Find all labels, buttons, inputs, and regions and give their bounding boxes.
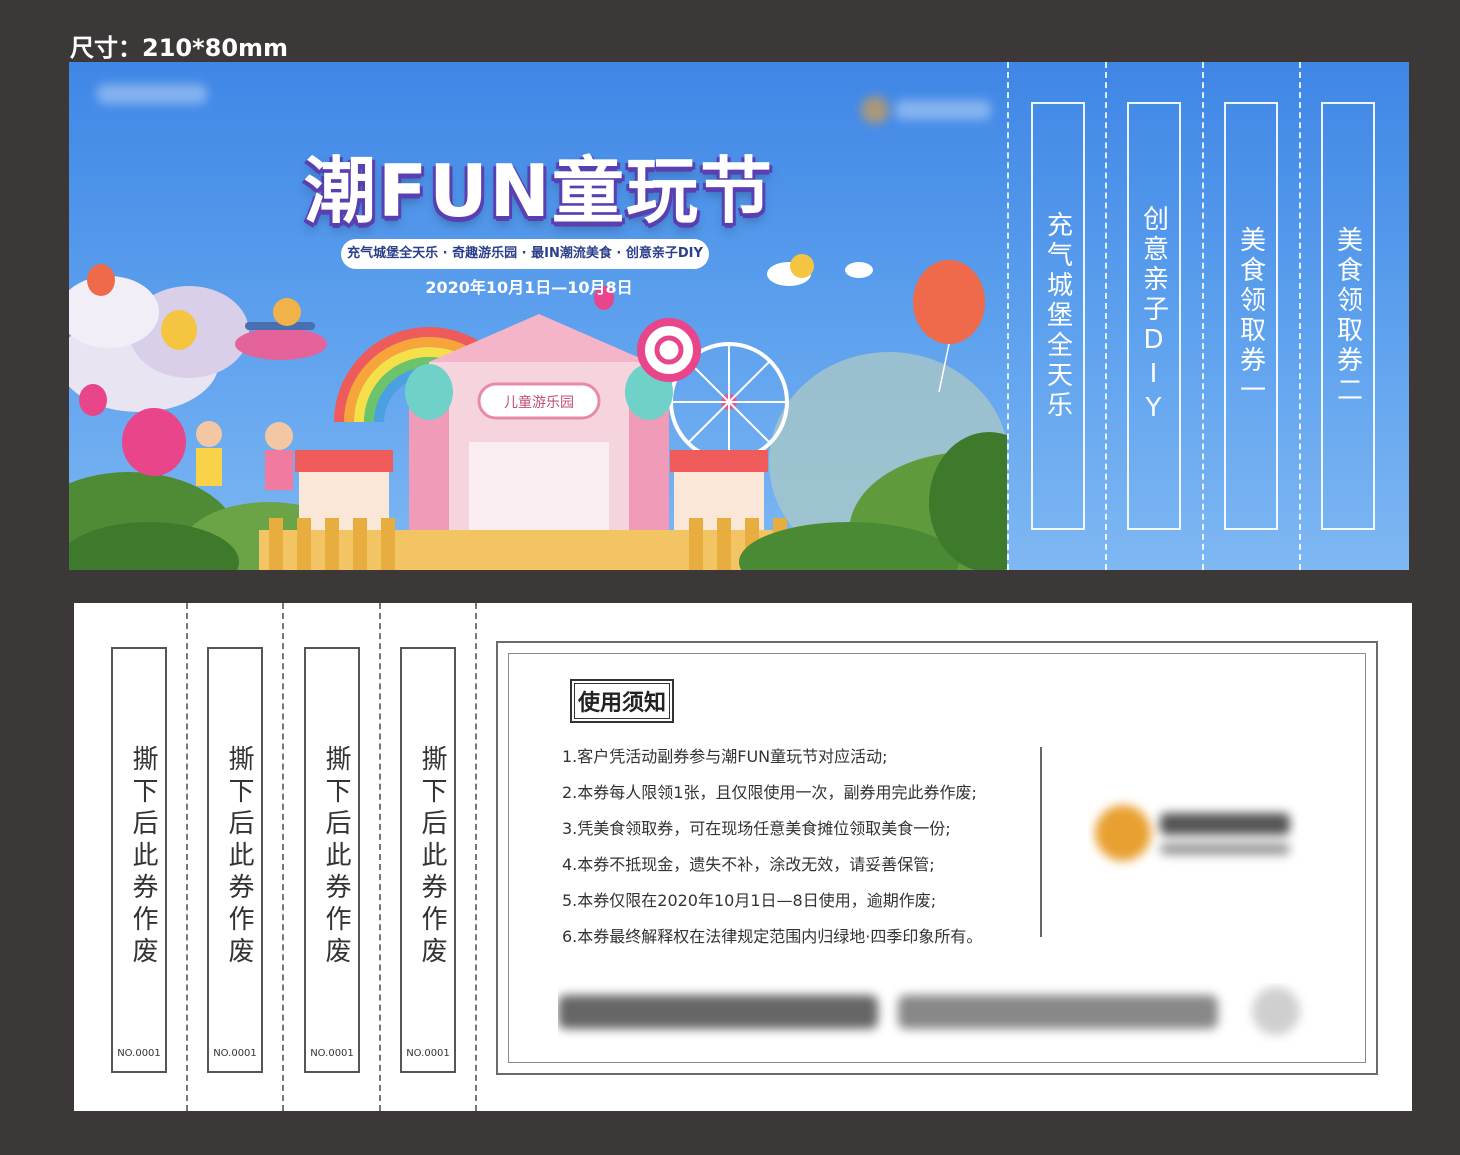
size-label: 尺寸：210*80mm bbox=[70, 34, 289, 62]
tear-line bbox=[1202, 62, 1204, 570]
void-notice: 撕下后此券作废 bbox=[224, 745, 254, 969]
brand-logo-blurred bbox=[1095, 805, 1290, 861]
void-notice: 撕下后此券作废 bbox=[128, 745, 158, 969]
stub-diy[interactable]: 创意亲子DIY bbox=[1127, 102, 1181, 530]
stub-inflatable-castle[interactable]: 充气城堡全天乐 bbox=[1031, 102, 1085, 530]
event-title: 潮FUN童玩节 bbox=[304, 149, 774, 233]
tear-line bbox=[475, 603, 477, 1111]
back-stub[interactable]: 撕下后此券作废 NO.0001 bbox=[207, 647, 263, 1073]
back-stub[interactable]: 撕下后此券作废 NO.0001 bbox=[111, 647, 167, 1073]
ticket-back: 撕下后此券作废 NO.0001 撕下后此券作废 NO.0001 撕下后此券作废 … bbox=[74, 603, 1412, 1111]
tear-line bbox=[1299, 62, 1301, 570]
event-tagline: 充气城堡全天乐 · 奇趣游乐园 · 最IN潮流美食 · 创意亲子DIY bbox=[341, 239, 709, 269]
tear-line bbox=[186, 603, 188, 1111]
rules-list: 1.客户凭活动副券参与潮FUN童玩节对应活动; 2.本券每人限领1张，且仅限使用… bbox=[562, 739, 982, 955]
serial-number: NO.0001 bbox=[213, 1048, 257, 1059]
stub-food-voucher-2[interactable]: 美食领取券二 bbox=[1321, 102, 1375, 530]
rule-item: 1.客户凭活动副券参与潮FUN童玩节对应活动; bbox=[562, 747, 888, 766]
serial-number: NO.0001 bbox=[117, 1048, 161, 1059]
serial-number: NO.0001 bbox=[406, 1048, 450, 1059]
svg-text:儿童游乐园: 儿童游乐园 bbox=[504, 394, 574, 411]
rule-item: 3.凭美食领取券，可在现场任意美食摊位领取美食一份; bbox=[562, 819, 951, 838]
rule-item: 2.本券每人限领1张，且仅限使用一次，副券用完此券作废; bbox=[562, 783, 977, 802]
tear-line bbox=[282, 603, 284, 1111]
stub-label: 创意亲子DIY bbox=[1138, 205, 1169, 427]
stub-food-voucher-1[interactable]: 美食领取券一 bbox=[1224, 102, 1278, 530]
stub-label: 美食领取券一 bbox=[1235, 226, 1266, 406]
divider bbox=[1040, 747, 1042, 937]
tear-line bbox=[379, 603, 381, 1111]
void-notice: 撕下后此券作废 bbox=[417, 745, 447, 969]
back-stub[interactable]: 撕下后此券作废 NO.0001 bbox=[400, 647, 456, 1073]
rule-item: 4.本券不抵现金，遗失不补，涂改无效，请妥善保管; bbox=[562, 855, 935, 874]
ticket-front: 儿童游乐园 潮FUN童玩节 充气城堡全天乐 · 奇趣游乐园 · 最IN潮流美食 … bbox=[69, 62, 1409, 570]
stub-label: 美食领取券二 bbox=[1332, 226, 1363, 406]
event-dates: 2020年10月1日—10月8日 bbox=[425, 278, 633, 297]
back-stub[interactable]: 撕下后此券作废 NO.0001 bbox=[304, 647, 360, 1073]
stub-label: 充气城堡全天乐 bbox=[1042, 211, 1073, 421]
rule-item: 6.本券最终解释权在法律规定范围内归绿地·四季印象所有。 bbox=[562, 927, 983, 946]
tear-line bbox=[1007, 62, 1009, 570]
tear-line bbox=[1105, 62, 1107, 570]
serial-number: NO.0001 bbox=[310, 1048, 354, 1059]
rule-item: 5.本券仅限在2020年10月1日—8日使用，逾期作废; bbox=[562, 891, 937, 910]
contact-info-blurred bbox=[558, 987, 1300, 1035]
void-notice: 撕下后此券作废 bbox=[321, 745, 351, 969]
notice-title: 使用须知 bbox=[570, 679, 675, 723]
usage-notice-panel: 使用须知 1.客户凭活动副券参与潮FUN童玩节对应活动; 2.本券每人限领1张，… bbox=[496, 641, 1378, 1075]
